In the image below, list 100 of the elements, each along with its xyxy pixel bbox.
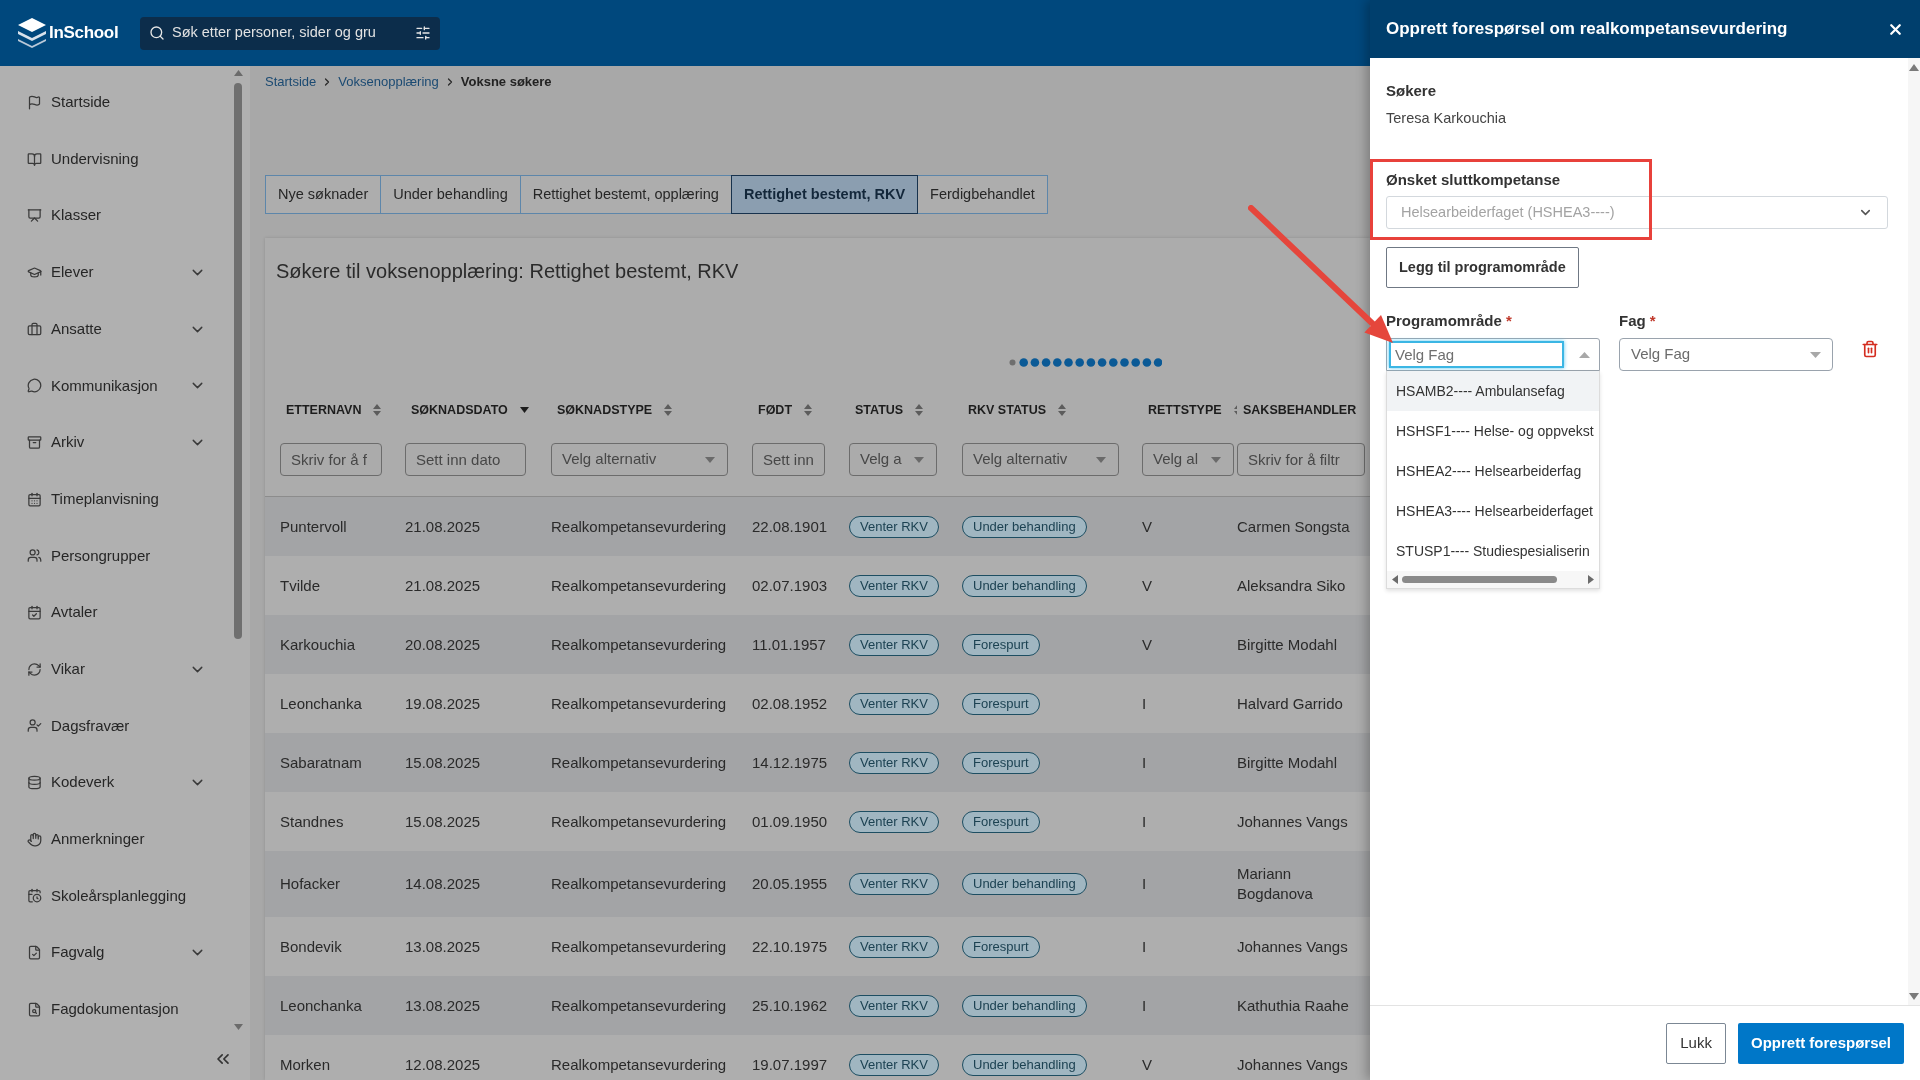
sidebar-item[interactable]: Klasser (0, 187, 230, 245)
table-cell: Halvard Garrido (1237, 694, 1343, 712)
table-cell: 21.08.2025 (405, 576, 481, 594)
scroll-down-icon (233, 1024, 243, 1030)
table-cell: 13.08.2025 (405, 996, 481, 1014)
status-badge: Under behandling (962, 994, 1087, 1017)
filter-input[interactable]: Skriv for å f (280, 443, 382, 476)
table-cell: V (1142, 1055, 1152, 1073)
status-badge: Venter RKV (849, 994, 939, 1017)
scroll-left-icon (1392, 575, 1398, 584)
layers-logo-icon (18, 18, 46, 48)
close-dialog-button[interactable]: Lukk (1666, 1022, 1726, 1064)
people-icon (27, 548, 42, 564)
create-request-button[interactable]: Opprett forespørsel (1737, 1022, 1904, 1064)
column-header[interactable]: SAKSBEHANDLER (1243, 400, 1357, 420)
sidebar-item[interactable]: Kommunikasjon (0, 357, 230, 415)
filter-sliders-icon[interactable] (415, 25, 431, 41)
archive-box-icon (27, 434, 42, 450)
column-header[interactable]: ETTERNAVN (286, 400, 382, 420)
sidebar-item[interactable]: Fagvalg (0, 924, 230, 981)
sidebar-item[interactable]: Anmerkninger (0, 810, 230, 868)
column-header[interactable]: RETTSTYPE (1148, 400, 1237, 420)
dropdown-option[interactable]: HSHEA3---- Helsearbeiderfaget (1387, 491, 1599, 531)
status-badge: Venter RKV (849, 515, 939, 538)
table-cell: Sabaratnam (280, 753, 362, 771)
tab[interactable]: Rettighet bestemt, RKV (730, 175, 919, 214)
presentation-board-icon (27, 208, 42, 224)
sidebar-item[interactable]: Elever (0, 244, 230, 301)
status-badge: Forespurt (962, 810, 1040, 833)
column-header[interactable]: FØDT (758, 400, 813, 420)
column-header[interactable]: RKV STATUS (968, 400, 1066, 420)
sidebar-item[interactable]: Avtaler (0, 584, 230, 641)
table-cell: Tvilde (280, 576, 320, 594)
date-input[interactable]: Sett inn dato (405, 443, 526, 476)
table-cell: Carmen Songsta (1237, 517, 1350, 535)
sidebar-item[interactable]: Startside (0, 74, 230, 131)
sidebar-item[interactable]: Skoleårsplanlegging (0, 867, 230, 925)
scroll-right-icon (1588, 575, 1594, 584)
status-badge: Forespurt (962, 692, 1040, 715)
filter-dropdown[interactable]: Velg al (1142, 443, 1234, 476)
filter-dropdown[interactable]: Velg alternativ (962, 443, 1119, 476)
card-title: Søkere til voksenopplæring: Rettighet bestemt, RKV (275, 259, 739, 283)
select-field[interactable]: Velg Fag (1619, 338, 1833, 371)
combobox[interactable]: Velg Fag (1386, 338, 1600, 371)
search-input[interactable]: Velg Fag (1389, 341, 1564, 368)
search-input[interactable]: Søk etter personer, sider og gru (172, 22, 408, 44)
table-cell: I (1142, 996, 1147, 1014)
table-cell: 15.08.2025 (405, 753, 481, 771)
table-cell: 19.07.1997 (752, 1055, 828, 1073)
sidebar-item[interactable]: Ansatte (0, 300, 230, 358)
sidebar-item[interactable]: Arkiv (0, 414, 230, 471)
status-badge: Venter RKV (849, 935, 939, 958)
table-cell: Kathuthia Raahe (1237, 996, 1349, 1014)
tab[interactable]: Under behandling (380, 175, 521, 214)
sidebar-item[interactable]: Persongrupper (0, 527, 230, 585)
sidebar-item[interactable]: Dagsfravær (0, 697, 230, 755)
sidebar-item[interactable]: Vikar (0, 640, 230, 698)
filter-dropdown[interactable]: Velg a (849, 443, 937, 476)
filter-input[interactable]: Skriv for å filtr (1237, 443, 1365, 476)
search-icon (149, 25, 165, 41)
table-cell: Hofacker (280, 875, 341, 892)
breadcrumb-link[interactable]: Voksenopplæring (338, 72, 439, 92)
table-cell: Realkompetansevurdering (551, 996, 727, 1014)
column-header[interactable]: STATUS (855, 400, 924, 420)
table-cell: 02.08.1952 (752, 694, 828, 712)
breadcrumb-current: Voksne søkere (460, 73, 552, 92)
dropdown-option[interactable]: HSAMB2---- Ambulansefag (1387, 371, 1599, 411)
sidebar-item[interactable]: Undervisning (0, 130, 230, 188)
document-search-icon (27, 1001, 42, 1017)
date-input[interactable]: Sett inn (752, 443, 825, 476)
delete-button[interactable] (1861, 340, 1879, 358)
table-cell: Realkompetansevurdering (551, 517, 727, 535)
table-cell: 22.10.1975 (752, 937, 828, 955)
sidebar-item[interactable]: Fagdokumentasjon (0, 981, 230, 1038)
column-header[interactable]: SØKNADSDATO (411, 400, 529, 420)
table-cell: Leonchanka (280, 996, 362, 1014)
tab[interactable]: Rettighet bestemt, opplæring (519, 175, 732, 214)
applicant-name: Teresa Karkouchia (1386, 109, 1507, 128)
tab[interactable]: Ferdigbehandlet (917, 175, 1048, 214)
table-cell: 01.09.1950 (752, 812, 828, 830)
scrollbar-thumb[interactable] (234, 83, 242, 639)
search-bar[interactable]: Søk etter personer, sider og gru (140, 16, 440, 50)
table-cell: 20.08.2025 (405, 635, 481, 653)
column-header[interactable]: SØKNADSTYPE (557, 400, 673, 420)
table-cell: 14.12.1975 (752, 753, 828, 771)
filter-dropdown[interactable]: Velg alternativ (551, 443, 728, 476)
sidebar-item[interactable]: Timeplanvisning (0, 470, 230, 528)
speech-bubble-icon (27, 378, 42, 394)
scrollbar-thumb[interactable] (1402, 576, 1557, 583)
add-program-area-button[interactable]: Legg til programområde (1386, 247, 1579, 288)
dropdown-option[interactable]: STUSP1---- Studiespesialiserin (1387, 531, 1599, 571)
breadcrumb-link[interactable]: Startside (265, 72, 317, 92)
dropdown-option[interactable]: HSHEA2---- Helsearbeiderfag (1387, 451, 1599, 491)
status-badge: Venter RKV (849, 1053, 939, 1076)
status-badge: Venter RKV (849, 873, 939, 895)
sidebar-item[interactable]: Kodeverk (0, 754, 230, 811)
dropdown-option[interactable]: HSHSF1---- Helse- og oppvekst (1387, 411, 1599, 451)
database-icon (27, 775, 42, 791)
tab[interactable]: Nye søknader (265, 175, 382, 214)
table-cell: Puntervoll (280, 517, 347, 535)
